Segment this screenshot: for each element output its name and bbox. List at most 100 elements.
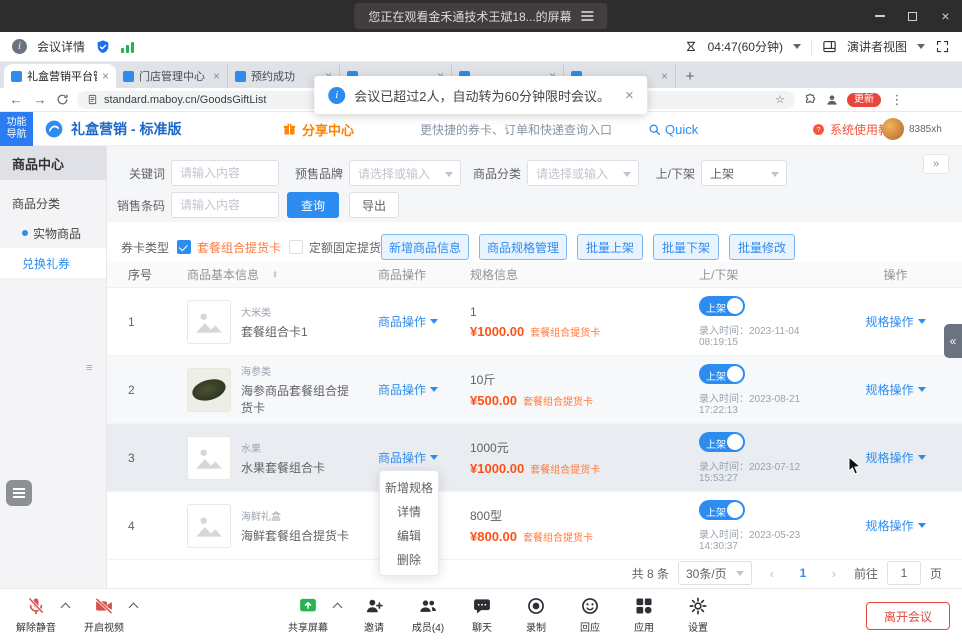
settings-button[interactable]: 设置 (670, 596, 726, 634)
start-video-button[interactable]: 开启视频 (76, 596, 132, 634)
share-center-link[interactable]: 分享中心 (282, 112, 354, 146)
product-op-dropdown-open[interactable]: 商品操作 (378, 449, 438, 466)
browser-menu-icon[interactable]: ⋮ (889, 92, 905, 108)
right-panel-tab[interactable]: « (944, 324, 962, 358)
menu-item-edit[interactable]: 编辑 (380, 523, 438, 547)
tab-favicon (123, 71, 134, 82)
export-button[interactable]: 导出 (349, 192, 399, 218)
menu-item-delete[interactable]: 删除 (380, 547, 438, 571)
chevron-down-icon (918, 387, 926, 392)
spec-tag: 套餐组合提货卡 (523, 533, 593, 544)
spec-op-dropdown[interactable]: 规格操作 (865, 381, 925, 398)
sidebar-grip-icon[interactable]: ≡ (86, 362, 92, 374)
list-icon (13, 492, 25, 494)
shelf-toggle[interactable]: 上架 (699, 500, 745, 520)
product-image-placeholder (187, 436, 231, 480)
shelf-select[interactable]: 上架 (701, 160, 787, 186)
refresh-icon[interactable] (56, 93, 69, 106)
barcode-input[interactable] (171, 192, 279, 218)
unmute-button[interactable]: 解除静音 (8, 596, 64, 634)
dock-label: 解除静音 (16, 619, 56, 634)
category-select[interactable]: 请选择或输入 (527, 160, 639, 186)
browser-tab-active[interactable]: 礼盒营销平台管理中… × (4, 64, 116, 88)
batch-off-shelf-button[interactable]: 批量下架 (653, 234, 719, 260)
product-op-dropdown[interactable]: 商品操作 (378, 381, 438, 398)
url-text: standard.maboy.cn/GoodsGiftList (104, 94, 266, 106)
spec-op-dropdown[interactable]: 规格操作 (865, 449, 925, 466)
toast-close-icon[interactable]: × (625, 87, 634, 104)
app-header: 功能 导航 礼盒营销 - 标准版 分享中心 更快捷的券卡、订单和快递查询入口 Q… (0, 112, 962, 146)
back-icon[interactable]: ← (8, 92, 24, 107)
apps-button[interactable]: 应用 (616, 596, 672, 634)
brand-select[interactable]: 请选择或输入 (349, 160, 461, 186)
browser-tab[interactable]: 门店管理中心 × (116, 64, 228, 88)
spec-op-dropdown[interactable]: 规格操作 (865, 517, 925, 534)
leave-meeting-button[interactable]: 离开会议 (866, 602, 950, 630)
new-tab-button[interactable]: + (680, 66, 700, 86)
meeting-details-link[interactable]: 会议详情 (37, 38, 85, 55)
maximize-button[interactable] (896, 0, 929, 32)
current-page[interactable]: 1 (792, 561, 814, 585)
sidebar-item-categories[interactable]: 商品分类 (0, 188, 106, 218)
product-op-dropdown[interactable]: 商品操作 (378, 313, 438, 330)
tab-close-icon[interactable]: × (661, 70, 668, 82)
meeting-mini-toolbar[interactable] (6, 480, 32, 506)
close-button[interactable]: × (929, 0, 962, 32)
cardtype-option-combo[interactable]: 套餐组合提货卡 (177, 234, 281, 260)
quick-link[interactable]: Quick (648, 112, 698, 146)
dock-label: 应用 (634, 619, 654, 634)
add-product-button[interactable]: 新增商品信息 (381, 234, 469, 260)
fullscreen-icon[interactable] (935, 39, 950, 54)
checkbox-checked-icon[interactable] (177, 240, 191, 254)
sidebar-item-physical-goods[interactable]: 实物商品 (0, 218, 106, 248)
record-button[interactable]: 录制 (508, 596, 564, 634)
shelf-toggle[interactable]: 上架 (699, 364, 745, 384)
shelf-toggle[interactable]: 上架 (699, 432, 745, 452)
batch-on-shelf-button[interactable]: 批量上架 (577, 234, 643, 260)
chat-button[interactable]: 聊天 (454, 596, 510, 634)
bookmark-star-icon[interactable]: ☆ (775, 93, 785, 106)
tab-close-icon[interactable]: × (213, 70, 220, 82)
invite-icon (364, 596, 384, 616)
function-nav-button[interactable]: 功能 导航 (0, 112, 33, 146)
cardtype-option-label: 套餐组合提货卡 (197, 239, 281, 256)
browser-update-badge[interactable]: 更新 (847, 93, 881, 107)
info-icon: i (12, 39, 27, 54)
view-mode-label[interactable]: 演讲者视图 (847, 38, 907, 55)
security-shield-icon[interactable] (95, 39, 111, 55)
goto-page-input[interactable] (887, 561, 921, 585)
sort-icon[interactable]: ▲▼ (272, 271, 278, 279)
cardtype-option-fixed[interactable]: 定额固定提货卡 (289, 234, 393, 260)
menu-icon[interactable] (582, 15, 594, 17)
spec-manage-button[interactable]: 商品规格管理 (479, 234, 567, 260)
collapse-filters-button[interactable]: » (923, 154, 949, 174)
spec-op-dropdown[interactable]: 规格操作 (865, 313, 925, 330)
tab-close-icon[interactable]: × (102, 70, 109, 82)
spec-price: ¥800.00 (470, 529, 517, 544)
invite-button[interactable]: 邀请 (346, 596, 402, 634)
extensions-icon[interactable] (803, 93, 817, 107)
view-dropdown-icon[interactable] (917, 44, 925, 49)
members-button[interactable]: 成员(4) (400, 596, 456, 634)
share-screen-button[interactable]: 共享屏幕 (280, 596, 336, 634)
next-page-button[interactable]: › (823, 561, 845, 585)
dock-label: 开启视频 (84, 619, 124, 634)
keyword-input[interactable] (171, 160, 279, 186)
react-button[interactable]: 回应 (562, 596, 618, 634)
page-size-select[interactable]: 30条/页 (678, 561, 752, 585)
prev-page-button[interactable]: ‹ (761, 561, 783, 585)
menu-item-details[interactable]: 详情 (380, 499, 438, 523)
profile-icon[interactable] (825, 93, 839, 107)
batch-edit-button[interactable]: 批量修改 (729, 234, 795, 260)
checkbox-icon[interactable] (289, 240, 303, 254)
meeting-toolbar: i 会议详情 04:47(60分钟) 演讲者视图 (0, 32, 962, 62)
minimize-button[interactable] (863, 0, 896, 32)
menu-item-add-spec[interactable]: 新增规格 (380, 475, 438, 499)
user-menu[interactable]: 8385xh (882, 112, 942, 146)
timer-dropdown-icon[interactable] (793, 44, 801, 49)
header-op: 商品操作 (355, 266, 447, 283)
shelf-toggle[interactable]: 上架 (699, 296, 745, 316)
sidebar-item-gift-vouchers[interactable]: 兑换礼券 (0, 248, 106, 278)
search-button[interactable]: 查询 (287, 192, 339, 218)
forward-icon[interactable]: → (32, 92, 48, 107)
